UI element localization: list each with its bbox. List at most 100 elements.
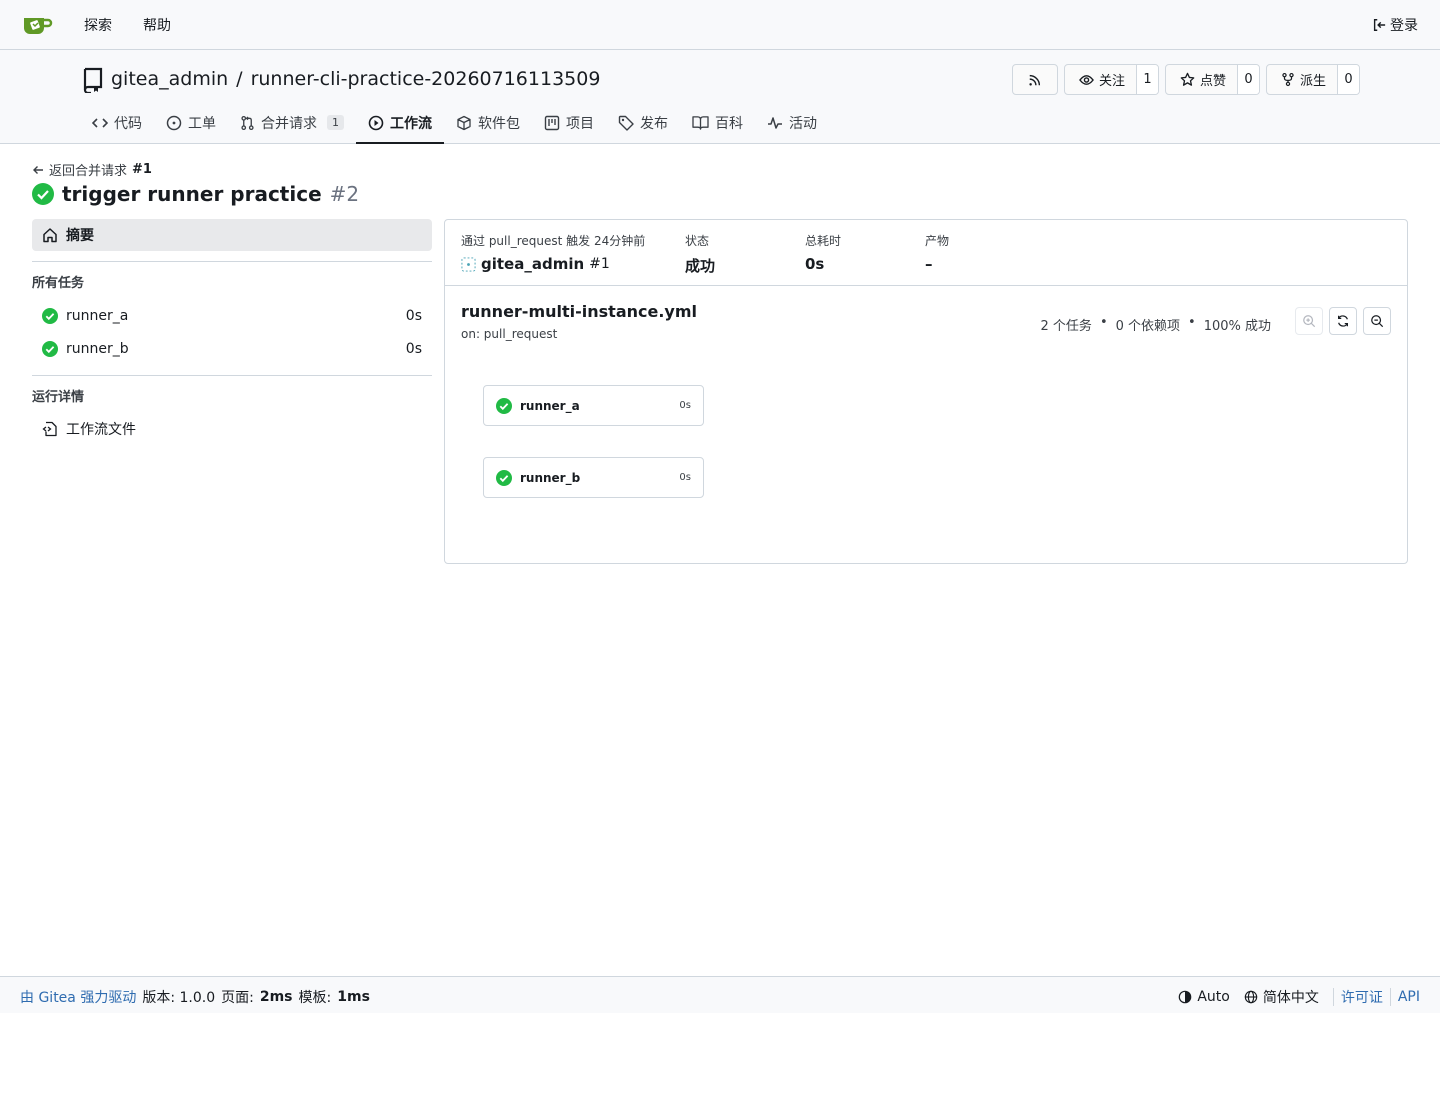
- reset-icon: [1336, 314, 1350, 328]
- trigger-ref[interactable]: #1: [589, 256, 610, 272]
- status-value: 成功: [685, 257, 716, 275]
- tab-pulls-label: 合并请求: [261, 115, 317, 132]
- tab-wiki-label: 百科: [715, 115, 743, 132]
- rss-button[interactable]: [1011, 64, 1058, 95]
- graph-node-runner-a[interactable]: runner_a 0s: [483, 385, 704, 426]
- node-name: runner_b: [520, 470, 581, 485]
- job-name: runner_a: [66, 307, 129, 324]
- stat-success: 100% 成功: [1203, 319, 1271, 334]
- star-button[interactable]: 点赞 0: [1164, 64, 1260, 95]
- node-name: runner_a: [520, 398, 580, 413]
- gitea-logo-icon[interactable]: [22, 12, 54, 38]
- powered-by-link[interactable]: 由 Gitea 强力驱动: [20, 987, 136, 1007]
- artifacts-label: 产物: [925, 234, 950, 248]
- tab-pulls[interactable]: 合并请求 1: [228, 103, 356, 144]
- repo-owner-link[interactable]: gitea_admin: [111, 68, 228, 90]
- issue-icon: [166, 115, 182, 131]
- check-circle-icon: [42, 307, 58, 324]
- artifacts-value: –: [925, 255, 933, 273]
- back-link-ref: #1: [132, 162, 152, 177]
- back-to-pr-link[interactable]: 返回合并请求 #1: [32, 160, 152, 179]
- run-number: #2: [329, 182, 360, 206]
- job-item-runner-b[interactable]: runner_b 0s: [32, 332, 432, 365]
- tag-icon: [618, 115, 634, 131]
- star-icon: [1180, 72, 1195, 87]
- job-item-runner-a[interactable]: runner_a 0s: [32, 299, 432, 332]
- fork-count[interactable]: 0: [1337, 65, 1359, 94]
- repo-name-link[interactable]: runner-cli-practice-20260716113509: [251, 68, 601, 90]
- nav-explore[interactable]: 探索: [84, 15, 112, 35]
- run-summary-panel: 通过 pull_request 触发 24分钟前 gitea_admin #1 …: [444, 219, 1408, 564]
- reset-view-button[interactable]: [1329, 307, 1357, 335]
- book-icon: [692, 115, 709, 130]
- play-icon: [368, 115, 384, 131]
- repo-action-buttons: 关注 1 点赞 0 派生 0: [1011, 64, 1360, 95]
- zoom-out-button[interactable]: [1363, 307, 1391, 335]
- trigger-info: 通过 pull_request 触发 24分钟前 gitea_admin #1: [461, 232, 645, 273]
- all-jobs-heading: 所有任务: [32, 276, 85, 291]
- check-circle-icon: [496, 469, 512, 486]
- zoom-in-button[interactable]: [1295, 307, 1323, 335]
- login-button[interactable]: 登录: [1372, 15, 1418, 35]
- pull-request-icon: [240, 115, 255, 131]
- watch-count[interactable]: 1: [1135, 65, 1158, 94]
- run-title: trigger runner practice #2: [32, 182, 359, 206]
- workflow-file-link[interactable]: 工作流文件: [32, 413, 432, 445]
- watch-button[interactable]: 关注 1: [1063, 64, 1159, 95]
- language-selector[interactable]: 简体中文: [1237, 987, 1326, 1007]
- fork-icon: [1281, 72, 1295, 87]
- template-time-label: 模板:: [298, 990, 332, 1006]
- avatar-icon: [461, 256, 476, 272]
- zoom-in-icon: [1302, 314, 1316, 328]
- api-link[interactable]: API: [1398, 989, 1420, 1005]
- job-duration: 0s: [405, 307, 422, 324]
- page-time-label: 页面:: [221, 990, 254, 1006]
- globe-icon: [1244, 990, 1258, 1004]
- graph-node-runner-b[interactable]: runner_b 0s: [483, 457, 704, 498]
- nav-help[interactable]: 帮助: [143, 15, 171, 35]
- theme-label: Auto: [1197, 989, 1230, 1005]
- job-duration: 0s: [405, 340, 422, 357]
- tab-packages[interactable]: 软件包: [444, 103, 532, 144]
- node-duration: 0s: [679, 400, 691, 411]
- repo-icon: [82, 67, 104, 93]
- fork-label: 派生: [1299, 74, 1326, 89]
- home-icon: [42, 227, 58, 243]
- run-details-heading: 运行详情: [32, 390, 85, 405]
- summary-item[interactable]: 摘要: [32, 219, 432, 251]
- graph-tools: [1295, 307, 1391, 335]
- tab-code[interactable]: 代码: [80, 103, 154, 144]
- tab-actions[interactable]: 工作流: [356, 103, 444, 144]
- tab-packages-label: 软件包: [478, 115, 520, 132]
- divider: [32, 261, 432, 262]
- tab-releases[interactable]: 发布: [606, 103, 680, 144]
- fork-button[interactable]: 派生 0: [1265, 64, 1360, 95]
- back-link-text: 返回合并请求: [49, 164, 128, 179]
- star-label: 点赞: [1199, 74, 1226, 89]
- duration-value: 0s: [805, 255, 825, 273]
- trigger-user-link[interactable]: gitea_admin: [481, 255, 584, 273]
- license-link[interactable]: 许可证: [1341, 987, 1383, 1007]
- stat-dot: •: [1099, 315, 1108, 330]
- page-time-value: 2ms: [259, 989, 293, 1005]
- tab-wiki[interactable]: 百科: [680, 103, 755, 144]
- theme-selector[interactable]: Auto: [1171, 989, 1237, 1005]
- workflow-stats: 2 个任务 • 0 个依赖项 • 100% 成功: [1041, 315, 1271, 334]
- repo-header: gitea_admin / runner-cli-practice-202607…: [0, 50, 1440, 144]
- tab-activity[interactable]: 活动: [755, 103, 829, 144]
- star-count[interactable]: 0: [1236, 65, 1259, 94]
- sign-in-icon: [1372, 18, 1386, 32]
- watch-label: 关注: [1098, 74, 1125, 89]
- tab-issues[interactable]: 工单: [154, 103, 228, 144]
- tab-projects[interactable]: 项目: [532, 103, 606, 144]
- file-code-icon: [42, 421, 58, 437]
- repo-separator: /: [236, 68, 243, 90]
- run-sidebar: 摘要 所有任务 runner_a 0s runner_b 0s 运行详情 工作流…: [32, 219, 432, 445]
- trigger-label: 通过 pull_request 触发 24分钟前: [461, 234, 646, 248]
- workflow-filename: runner-multi-instance.yml: [461, 302, 697, 321]
- check-circle-icon: [496, 397, 512, 414]
- job-name: runner_b: [66, 340, 129, 357]
- template-time-value: 1ms: [337, 989, 370, 1005]
- zoom-out-icon: [1370, 314, 1384, 328]
- rss-icon: [1028, 73, 1042, 87]
